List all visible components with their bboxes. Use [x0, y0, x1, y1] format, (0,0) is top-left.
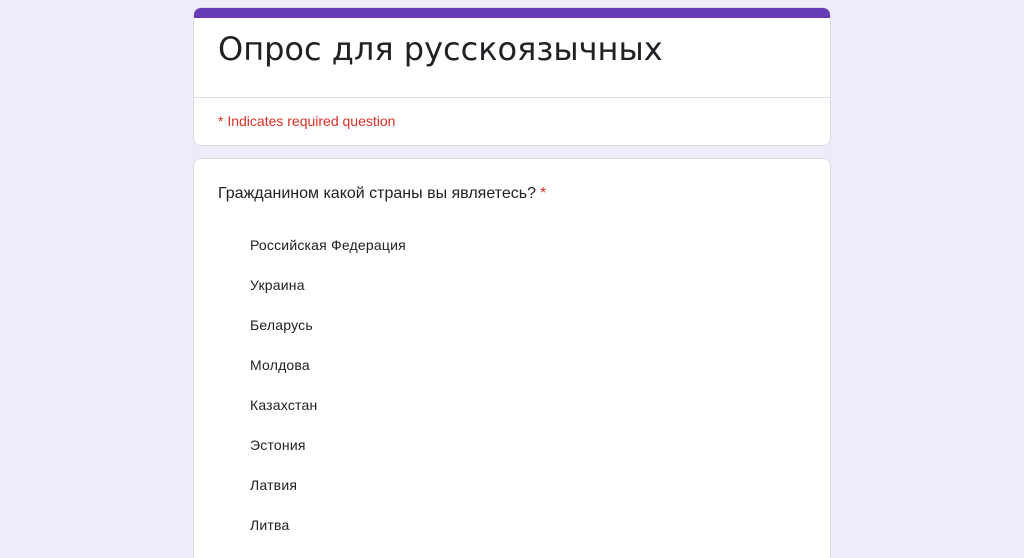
header-divider — [194, 97, 830, 98]
form-title: Опрос для русскоязычных — [218, 30, 663, 68]
option-item[interactable]: Украина — [250, 265, 406, 305]
option-item[interactable]: Беларусь — [250, 305, 406, 345]
option-item[interactable]: Латвия — [250, 465, 406, 505]
form-header-card: Опрос для русскоязычных * Indicates requ… — [193, 7, 831, 146]
option-label: Беларусь — [250, 317, 313, 333]
option-label: Казахстан — [250, 397, 318, 413]
option-item[interactable]: Эстония — [250, 425, 406, 465]
option-label: Украина — [250, 277, 305, 293]
required-asterisk: * — [539, 185, 547, 202]
option-label: Литва — [250, 517, 290, 533]
form-container: Опрос для русскоязычных * Indicates requ… — [193, 7, 831, 558]
option-label: Молдова — [250, 357, 310, 373]
option-label: Российская Федерация — [250, 237, 406, 253]
options-list: Российская Федерация Украина Беларусь Мо… — [250, 225, 406, 545]
question-text: Гражданином какой страны вы являетесь? — [218, 185, 536, 202]
option-item[interactable]: Российская Федерация — [250, 225, 406, 265]
option-item[interactable]: Молдова — [250, 345, 406, 385]
option-label: Эстония — [250, 437, 306, 453]
question-title: Гражданином какой страны вы являетесь? * — [218, 185, 546, 203]
option-item[interactable]: Казахстан — [250, 385, 406, 425]
header-accent-bar — [194, 8, 830, 18]
required-question-note: * Indicates required question — [218, 113, 396, 129]
question-card: Гражданином какой страны вы являетесь? * … — [193, 158, 831, 558]
option-label: Латвия — [250, 477, 298, 493]
option-item[interactable]: Литва — [250, 505, 406, 545]
